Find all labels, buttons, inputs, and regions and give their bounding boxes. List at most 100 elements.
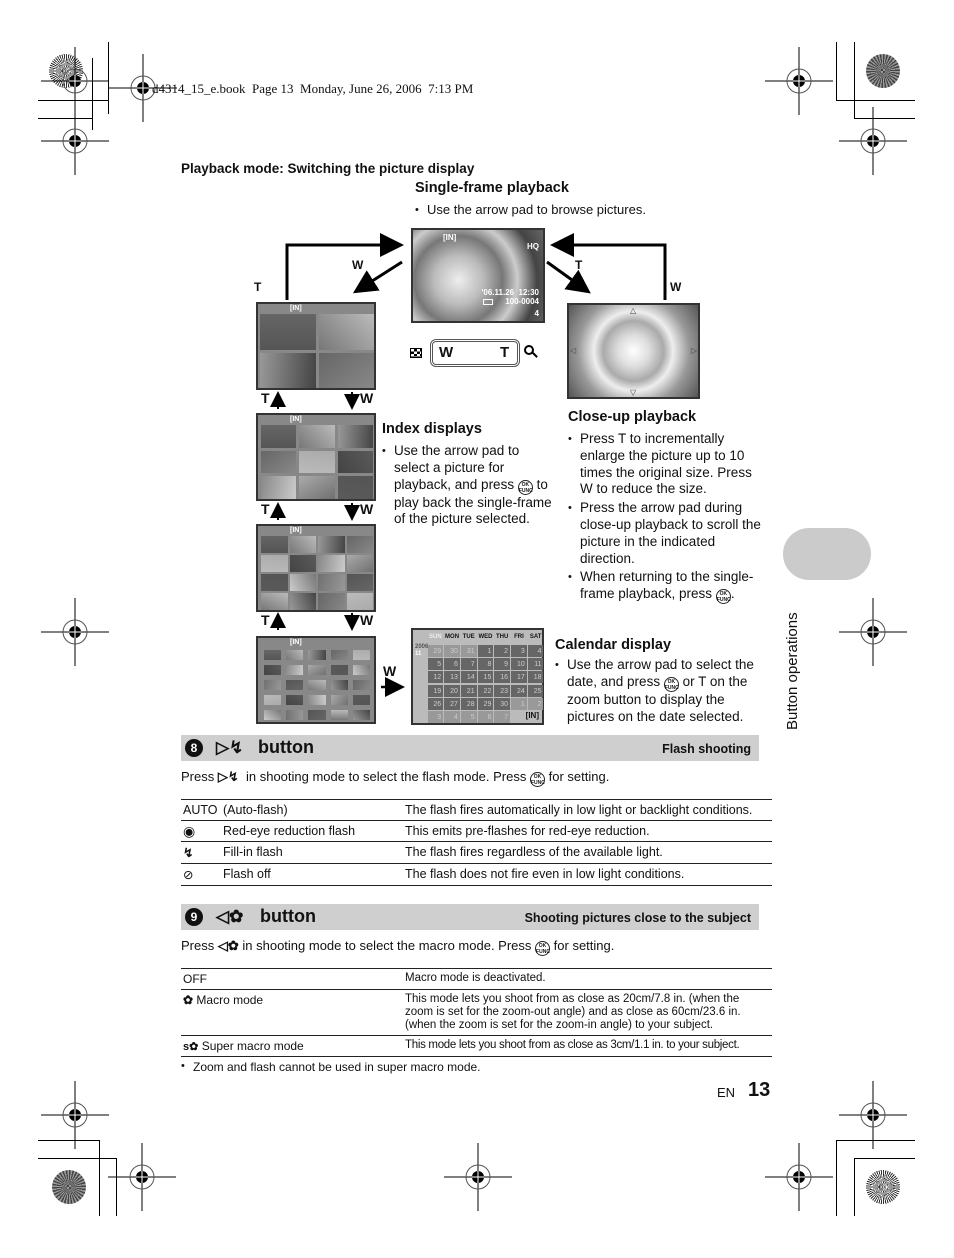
right-arrow-flash-icon: ▷↯ (216, 738, 244, 757)
thumbnail (261, 476, 297, 499)
table-row: s✿ Super macro mode This mode lets you s… (181, 1035, 772, 1057)
calendar-day-cell[interactable]: 15 (477, 671, 494, 684)
calendar-day-cell[interactable]: 31 (460, 644, 477, 657)
thumbnail (318, 314, 374, 350)
calendar-day-cell[interactable]: 7 (460, 657, 477, 671)
calendar-day-cell[interactable]: 1 (477, 644, 494, 657)
thumbnail (299, 425, 335, 448)
calendar-day-cell[interactable]: 30 (444, 644, 460, 657)
calendar-day-cell[interactable]: 10 (511, 657, 527, 671)
calendar-day-cell[interactable]: 7 (494, 711, 511, 724)
calendar-title: Calendar display (555, 637, 672, 653)
calendar-day-cell[interactable]: 17 (511, 671, 527, 684)
table-row: ◉ Red-eye reduction flash This emits pre… (181, 820, 772, 842)
calendar-day-cell[interactable]: 11 (527, 657, 544, 671)
mode-description: This mode lets you shoot from as close a… (403, 1035, 772, 1057)
calendar-day-cell[interactable]: 16 (494, 671, 511, 684)
calendar-day-cell[interactable]: 23 (494, 684, 511, 697)
calendar-day-cell[interactable]: 2 (494, 644, 511, 657)
calendar-month: 11 (415, 651, 422, 657)
thumbnail (299, 450, 335, 474)
calendar-day-cell[interactable]: 13 (444, 671, 460, 684)
arrow-label-w: W (670, 280, 682, 294)
calendar-day-cell[interactable]: 24 (511, 684, 527, 697)
close-up-title: Close-up playback (568, 409, 697, 425)
table-row: ✿ Macro mode This mode lets you shoot fr… (181, 989, 772, 1036)
calendar-day-cell[interactable]: 27 (444, 697, 460, 711)
close-up-bullets: Press T to incrementally enlarge the pic… (568, 431, 768, 605)
thumbnail (352, 650, 370, 660)
table-row: ↯ Fill-in flash The flash fires regardle… (181, 841, 772, 864)
thumbnail (299, 476, 335, 499)
thumb-grid (261, 536, 373, 610)
mode-name: OFF (181, 968, 403, 990)
calendar-day-cell[interactable]: 4 (527, 644, 544, 657)
mode-description: This emits pre-flashes for red-eye reduc… (403, 820, 772, 842)
calendar-day-cell[interactable]: 3 (427, 711, 444, 724)
calendar-day-name: SUN (429, 634, 442, 640)
single-frame-title: Single-frame playback (415, 180, 569, 196)
thumbnail (261, 450, 297, 474)
thumbnail (352, 665, 370, 675)
bullet-item: Zoom and flash cannot be used in super m… (181, 1060, 481, 1074)
calendar-day-cell[interactable]: 4 (444, 711, 460, 724)
thumbnail (337, 425, 373, 448)
arrow-label-w: W (352, 258, 364, 272)
calendar-day-name: WED (478, 634, 493, 640)
mode-name: Macro mode (196, 993, 264, 1007)
calendar-day-cell[interactable]: 9 (494, 657, 511, 671)
mode-description: The flash does not fire even in low ligh… (403, 863, 772, 886)
calendar-day-cell[interactable]: 25 (527, 684, 544, 697)
bullet-item: Use the arrow pad to select the date, an… (555, 657, 765, 725)
calendar-memory-label: [IN] (525, 711, 539, 720)
ok-func-icon: OK FUNC (535, 941, 551, 956)
thumbnail (264, 665, 282, 675)
calendar-day-cell[interactable]: 20 (444, 684, 460, 697)
thumbnail (346, 555, 373, 572)
red-eye-icon: ◉ (181, 820, 221, 842)
calendar-day-cell[interactable]: 6 (477, 711, 494, 724)
ok-func-icon: OK FUNC (530, 772, 545, 787)
section-number: 8 (185, 739, 203, 757)
calendar-day-cell[interactable]: 29 (477, 697, 494, 711)
table-row: ⊘ Flash off The flash does not fire even… (181, 863, 772, 886)
flash-icon: ↯ (181, 841, 221, 864)
calendar-day-cell[interactable]: 28 (460, 697, 477, 711)
macro-note: Zoom and flash cannot be used in super m… (181, 1060, 481, 1074)
thumbnail (330, 680, 348, 690)
thumbnail (264, 680, 282, 690)
flash-off-icon: ⊘ (181, 863, 221, 886)
calendar-day-cell[interactable]: 26 (427, 697, 444, 711)
thumbnail (352, 695, 370, 705)
calendar-day-cell[interactable]: 29 (427, 644, 444, 657)
super-macro-icon: s✿ (183, 1041, 199, 1053)
calendar-day-cell[interactable]: 22 (477, 684, 494, 697)
calendar-day-cell[interactable]: 5 (460, 711, 477, 724)
mode-name: Red-eye reduction flash (221, 820, 403, 842)
thumbnail (261, 555, 288, 572)
calendar-day-cell[interactable]: 30 (494, 697, 511, 711)
macro-mode-table: OFF Macro mode is deactivated. ✿ Macro m… (181, 968, 772, 1057)
thumbnail (286, 665, 304, 675)
calendar-day-cell[interactable]: 5 (427, 657, 444, 671)
calendar-day-cell[interactable]: 6 (444, 657, 460, 671)
calendar-day-header: SUN MON TUE WED THU FRI SAT (427, 634, 544, 644)
calendar-day-cell[interactable]: 19 (427, 684, 444, 697)
index-grid-icon (410, 348, 422, 358)
calendar-day-cell[interactable]: 12 (427, 671, 444, 684)
calendar-day-cell[interactable]: 14 (460, 671, 477, 684)
color-target-icon (52, 1170, 86, 1204)
calendar-bullets: Use the arrow pad to select the date, an… (555, 657, 765, 725)
zoom-lever: W T (410, 339, 540, 367)
thumbnail (289, 555, 316, 572)
calendar-day-cell[interactable]: 2 (527, 697, 544, 711)
calendar-day-cell[interactable]: 8 (477, 657, 494, 671)
calendar-day-cell[interactable]: 18 (527, 671, 544, 684)
calendar-day-cell[interactable]: 3 (511, 644, 527, 657)
calendar-day-name: SAT (529, 634, 542, 640)
calendar-day-cell[interactable]: 1 (511, 697, 527, 711)
index-displays-title: Index displays (382, 421, 482, 437)
frame-count-label: 4 (534, 309, 539, 318)
table-row: OFF Macro mode is deactivated. (181, 968, 772, 990)
calendar-day-cell[interactable]: 21 (460, 684, 477, 697)
